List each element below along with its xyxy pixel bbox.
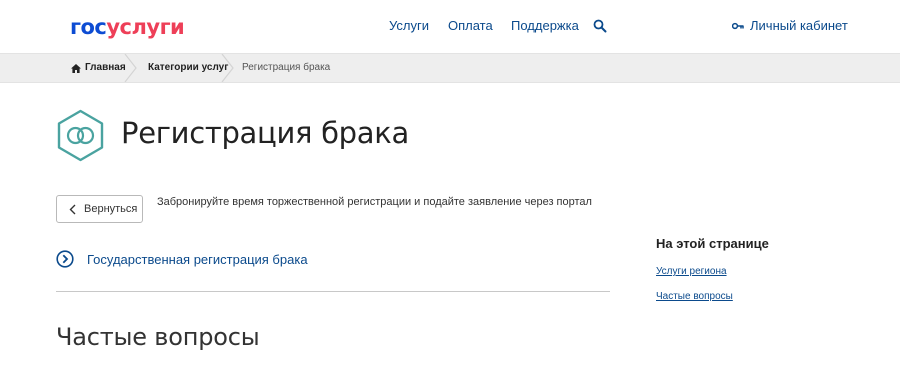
service-description: Забронируйте время торжественной регистр…: [157, 196, 592, 208]
rings-icon: [57, 109, 104, 162]
chevron-left-icon: [69, 204, 76, 214]
sidebar-link-faq[interactable]: Частые вопросы: [656, 291, 733, 302]
breadcrumb-home-label: Главная: [85, 62, 126, 73]
key-icon: [732, 22, 744, 29]
nav-services[interactable]: Услуги: [389, 18, 429, 33]
breadcrumb-current: Регистрация брака: [242, 62, 331, 73]
logo-part-uslugi: услуги: [106, 15, 185, 39]
logo-part-gos: гос: [70, 15, 107, 39]
back-button[interactable]: Вернуться: [56, 195, 143, 223]
breadcrumb-categories[interactable]: Категории услуг: [148, 54, 228, 82]
nav-payment[interactable]: Оплата: [448, 18, 493, 33]
divider: [56, 291, 610, 292]
back-button-label: Вернуться: [84, 203, 138, 215]
on-this-page-title: На этой странице: [656, 236, 769, 251]
chevron-circle-icon: [56, 250, 74, 268]
home-icon: [71, 63, 81, 73]
breadcrumb-separator: [221, 54, 234, 82]
cabinet-label: Личный кабинет: [750, 18, 848, 33]
search-icon[interactable]: [593, 19, 607, 33]
breadcrumb-home[interactable]: Главная: [71, 54, 126, 82]
service-link-marriage-registration[interactable]: Государственная регистрация брака: [87, 252, 308, 267]
faq-heading: Частые вопросы: [56, 323, 260, 351]
breadcrumb-separator: [124, 54, 137, 82]
breadcrumb: Главная Категории услуг Регистрация брак…: [0, 53, 900, 83]
site-header: госуслуги Услуги Оплата Поддержка Личный…: [0, 0, 900, 53]
nav-support[interactable]: Поддержка: [511, 18, 579, 33]
sidebar-link-region-services[interactable]: Услуги региона: [656, 266, 727, 277]
gosuslugi-logo[interactable]: госуслуги: [70, 15, 185, 39]
personal-cabinet-link[interactable]: Личный кабинет: [732, 18, 848, 33]
page-title: Регистрация брака: [121, 116, 409, 150]
service-item[interactable]: Государственная регистрация брака: [56, 250, 308, 268]
